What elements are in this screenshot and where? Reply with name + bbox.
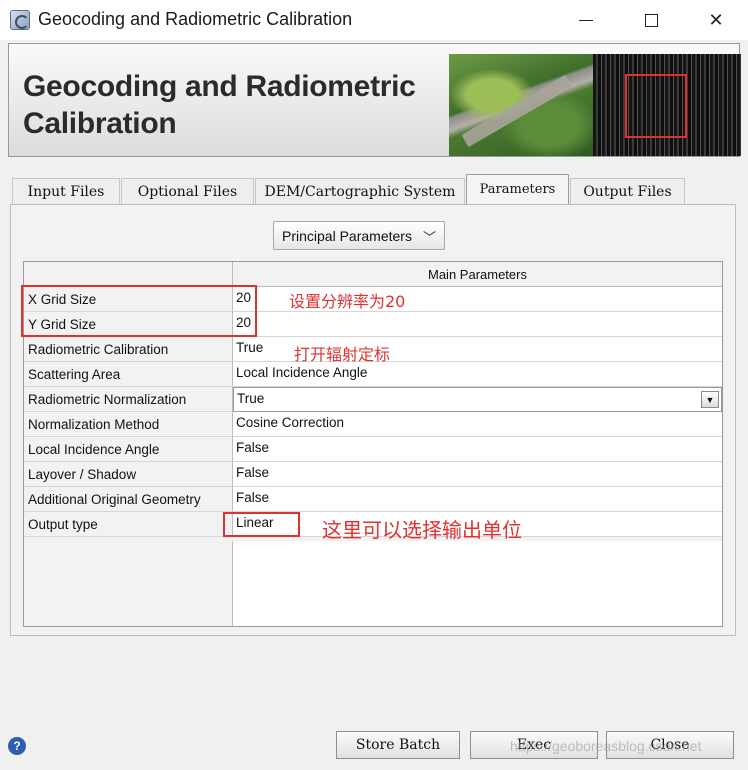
- table-header: Main Parameters: [233, 262, 722, 287]
- app-icon: [10, 10, 30, 30]
- chevron-down-icon: ﹀: [422, 230, 436, 245]
- table-header-corner: [24, 262, 233, 287]
- param-label-output-type: Output type: [24, 512, 233, 537]
- table-row: Scattering Area Local Incidence Angle: [24, 362, 722, 387]
- minimize-button[interactable]: [563, 4, 609, 36]
- tab-input-files[interactable]: Input Files: [12, 178, 120, 204]
- tab-output-files[interactable]: Output Files: [570, 178, 685, 204]
- table-row: Additional Original Geometry False: [24, 487, 722, 512]
- tab-optional-files[interactable]: Optional Files: [121, 178, 254, 204]
- param-label-radiometric-calibration: Radiometric Calibration: [24, 337, 233, 362]
- param-label-scattering-area: Scattering Area: [24, 362, 233, 387]
- annotation-calibration: 打开辐射定标: [294, 345, 391, 364]
- tab-dem-cartographic-system[interactable]: DEM/Cartographic System: [255, 178, 465, 204]
- parameter-set-select[interactable]: Principal Parameters ﹀: [273, 221, 445, 250]
- banner-title: Geocoding and Radiometric Calibration: [23, 70, 416, 140]
- table-row: Y Grid Size 20: [24, 312, 722, 337]
- watermark: https://geoboreasblog.csdn.net: [510, 738, 702, 754]
- param-label-x-grid-size: X Grid Size: [24, 287, 233, 312]
- banner: Geocoding and Radiometric Calibration: [8, 43, 741, 157]
- param-value-local-incidence-angle[interactable]: False: [233, 437, 722, 462]
- window-title: Geocoding and Radiometric Calibration: [38, 9, 353, 29]
- param-label-radiometric-normalization: Radiometric Normalization: [24, 387, 233, 412]
- param-value-radiometric-normalization[interactable]: True ▼: [233, 387, 722, 412]
- store-batch-button[interactable]: Store Batch: [336, 731, 460, 759]
- annotation-grid-size: 设置分辨率为20: [289, 292, 406, 311]
- table-row: Radiometric Normalization True ▼: [24, 387, 722, 412]
- param-value-scattering-area[interactable]: Local Incidence Angle: [233, 362, 722, 387]
- radiometric-normalization-selected: True: [237, 391, 265, 406]
- param-label-y-grid-size: Y Grid Size: [24, 312, 233, 337]
- title-bar: Geocoding and Radiometric Calibration ✕: [0, 0, 748, 40]
- param-label-local-incidence-angle: Local Incidence Angle: [24, 437, 233, 462]
- parameters-panel: Principal Parameters ﹀ Main Parameters X…: [10, 204, 736, 636]
- maximize-icon: [644, 13, 658, 27]
- banner-sar-image: [593, 54, 741, 156]
- table-row: Local Incidence Angle False: [24, 437, 722, 462]
- param-value-y-grid-size[interactable]: 20: [233, 312, 722, 337]
- dropdown-arrow-icon[interactable]: ▼: [701, 391, 719, 408]
- help-icon[interactable]: ?: [8, 737, 26, 755]
- tab-parameters[interactable]: Parameters: [466, 174, 569, 204]
- table-row: Layover / Shadow False: [24, 462, 722, 487]
- close-icon: ✕: [708, 9, 724, 30]
- close-window-button[interactable]: ✕: [693, 4, 739, 36]
- param-label-normalization-method: Normalization Method: [24, 412, 233, 437]
- table-row: Normalization Method Cosine Correction: [24, 412, 722, 437]
- table-empty-area-left: [24, 541, 233, 626]
- table-empty-area-right: [233, 541, 722, 626]
- sar-highlight-box: [625, 74, 687, 138]
- param-label-additional-original-geometry: Additional Original Geometry: [24, 487, 233, 512]
- maximize-button[interactable]: [628, 4, 674, 36]
- param-value-additional-original-geometry[interactable]: False: [233, 487, 722, 512]
- param-value-normalization-method[interactable]: Cosine Correction: [233, 412, 722, 437]
- minimize-icon: [579, 19, 593, 21]
- annotation-output-unit: 这里可以选择输出单位: [322, 518, 522, 542]
- param-label-layover-shadow: Layover / Shadow: [24, 462, 233, 487]
- param-value-layover-shadow[interactable]: False: [233, 462, 722, 487]
- banner-aerial-image: [449, 54, 593, 156]
- parameters-table: Main Parameters X Grid Size 20 Y Grid Si…: [23, 261, 723, 627]
- parameter-set-value: Principal Parameters: [282, 227, 412, 244]
